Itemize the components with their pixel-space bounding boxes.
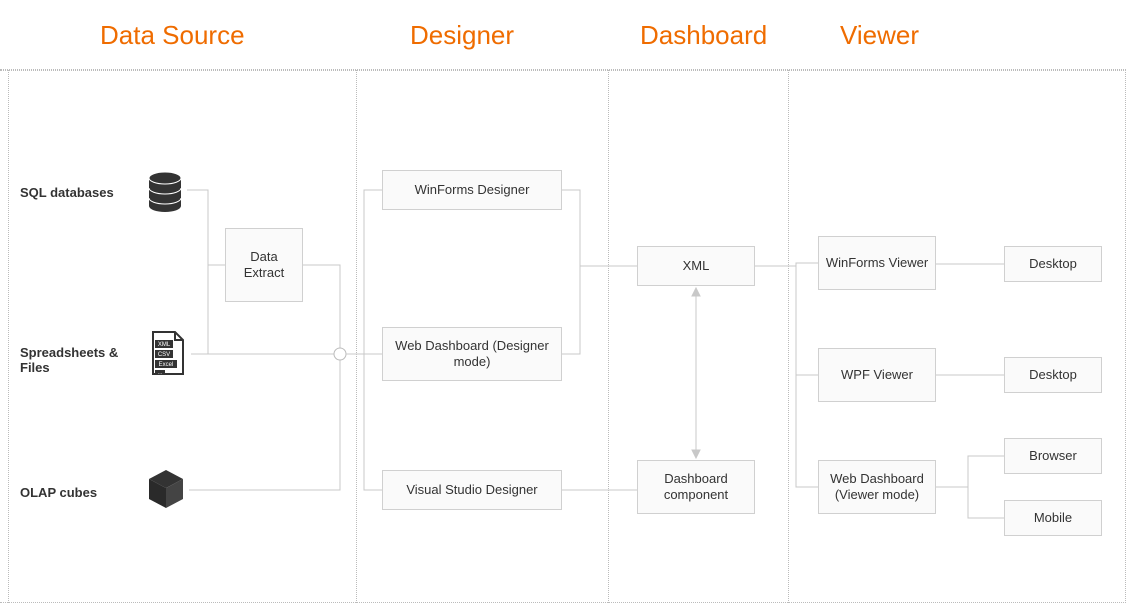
connectors-layer [0,0,1126,611]
